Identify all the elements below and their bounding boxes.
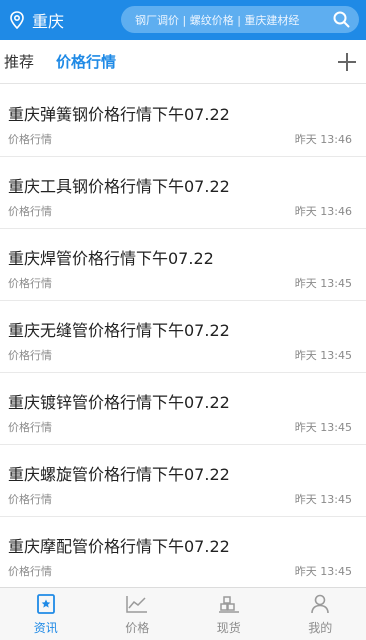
item-title: 重庆工具钢价格行情下午07.22 xyxy=(8,177,230,196)
nav-label: 现货 xyxy=(216,620,241,635)
item-timestamp: 昨天 13:45 xyxy=(294,565,352,578)
bottom-nav: 资讯 价格 现货 我的 xyxy=(0,587,366,640)
item-timestamp: 昨天 13:46 xyxy=(294,205,352,218)
list-item[interactable]: 重庆螺旋管价格行情下午07.22 价格行情 昨天 13:45 xyxy=(0,445,366,517)
search-icon[interactable] xyxy=(332,11,350,29)
city-selector[interactable]: 重庆 xyxy=(32,8,64,32)
warehouse-icon xyxy=(217,593,241,615)
chart-icon xyxy=(125,593,149,615)
nav-label: 价格 xyxy=(125,620,150,635)
list-item[interactable]: 重庆工具钢价格行情下午07.22 价格行情 昨天 13:46 xyxy=(0,157,366,229)
category-tabs: 推荐 价格行情 xyxy=(0,40,366,84)
list-item[interactable]: 重庆摩配管价格行情下午07.22 价格行情 昨天 13:45 xyxy=(0,517,366,589)
tab-recommend[interactable]: 推荐 xyxy=(4,51,34,72)
item-category: 价格行情 xyxy=(8,277,52,290)
add-tab-icon[interactable] xyxy=(336,51,358,73)
item-category: 价格行情 xyxy=(8,493,52,506)
user-icon xyxy=(308,593,332,615)
list-item[interactable]: 重庆焊管价格行情下午07.22 价格行情 昨天 13:45 xyxy=(0,229,366,301)
item-category: 价格行情 xyxy=(8,349,52,362)
top-bar: 重庆 钢厂调价 | 螺纹价格 | 重庆建材经 xyxy=(0,0,366,40)
item-category: 价格行情 xyxy=(8,565,52,578)
item-timestamp: 昨天 13:45 xyxy=(294,421,352,434)
list-item[interactable]: 重庆无缝管价格行情下午07.22 价格行情 昨天 13:45 xyxy=(0,301,366,373)
item-timestamp: 昨天 13:45 xyxy=(294,277,352,290)
nav-label: 我的 xyxy=(308,620,333,635)
tab-price-quotes[interactable]: 价格行情 xyxy=(56,51,116,72)
nav-spot[interactable]: 现货 xyxy=(183,588,275,640)
news-icon xyxy=(34,593,58,615)
list-item[interactable]: 重庆镀锌管价格行情下午07.22 价格行情 昨天 13:45 xyxy=(0,373,366,445)
item-title: 重庆弹簧钢价格行情下午07.22 xyxy=(8,105,230,124)
item-category: 价格行情 xyxy=(8,133,52,146)
location-pin-icon[interactable] xyxy=(8,11,26,29)
nav-price[interactable]: 价格 xyxy=(92,588,184,640)
item-timestamp: 昨天 13:46 xyxy=(294,133,352,146)
news-list: 重庆弹簧钢价格行情下午07.22 价格行情 昨天 13:46 重庆工具钢价格行情… xyxy=(0,85,366,589)
item-title: 重庆焊管价格行情下午07.22 xyxy=(8,249,214,268)
search-bar[interactable]: 钢厂调价 | 螺纹价格 | 重庆建材经 xyxy=(121,6,359,33)
item-timestamp: 昨天 13:45 xyxy=(294,493,352,506)
nav-news[interactable]: 资讯 xyxy=(0,588,92,640)
search-placeholder: 钢厂调价 | 螺纹价格 | 重庆建材经 xyxy=(135,13,300,27)
item-title: 重庆无缝管价格行情下午07.22 xyxy=(8,321,230,340)
item-title: 重庆摩配管价格行情下午07.22 xyxy=(8,537,230,556)
nav-label: 资讯 xyxy=(33,620,58,635)
item-timestamp: 昨天 13:45 xyxy=(294,349,352,362)
item-title: 重庆螺旋管价格行情下午07.22 xyxy=(8,465,230,484)
list-item[interactable]: 重庆弹簧钢价格行情下午07.22 价格行情 昨天 13:46 xyxy=(0,85,366,157)
nav-mine[interactable]: 我的 xyxy=(275,588,366,640)
app-root: 重庆 钢厂调价 | 螺纹价格 | 重庆建材经 推荐 价格行情 重庆弹簧钢价格行情… xyxy=(0,0,366,640)
item-category: 价格行情 xyxy=(8,205,52,218)
item-title: 重庆镀锌管价格行情下午07.22 xyxy=(8,393,230,412)
item-category: 价格行情 xyxy=(8,421,52,434)
